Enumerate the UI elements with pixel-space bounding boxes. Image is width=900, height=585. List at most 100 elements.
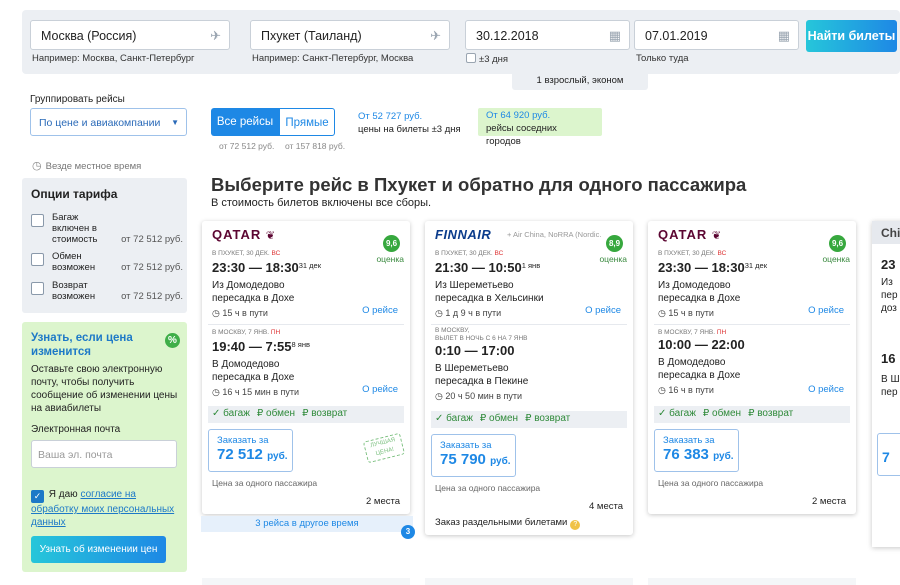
flight-card[interactable]: QATAR ❦ 9,6 оценка В Пхукет, 30 дек. ВС … <box>202 221 410 514</box>
currency: руб. <box>267 451 288 462</box>
tariff-option-price: от 72 512 руб. <box>121 262 183 273</box>
tariff-option-label: Обмен возможен <box>52 251 96 273</box>
tab-all-flights[interactable]: Все рейсы <box>211 108 279 136</box>
times-text: 10:00 — 22:00 <box>658 337 745 352</box>
extra-text: доз <box>881 303 897 314</box>
best-price-stamp: ЛУЧШАЯ ЦЕНА! <box>362 432 406 464</box>
checkbox[interactable] <box>31 253 44 266</box>
return-date-value: 07.01.2019 <box>645 29 708 43</box>
price-value: 72 512 <box>217 446 263 463</box>
checkbox[interactable] <box>31 282 44 295</box>
about-flight-link[interactable]: О рейсе <box>362 384 398 395</box>
segment-airport: Из Шереметьево пересадка в Хельсинки <box>435 279 625 305</box>
group-select[interactable]: По цене и авиакомпании ▼ <box>30 108 187 136</box>
more-flights-count: 3 <box>401 525 415 539</box>
oryx-icon: ❦ <box>711 230 723 242</box>
separate-tickets-note: Заказ раздельными билетами? <box>435 517 581 530</box>
tab-direct[interactable]: Прямые <box>279 108 335 136</box>
next-day-note: 31 дек <box>298 261 321 270</box>
segment-direction: В Москву, 7 янв. ПН <box>658 329 848 337</box>
return-date-input[interactable]: 07.01.2019 ▦ <box>634 20 799 50</box>
flight-card-partial[interactable]: Chi 23 Из пер доз 16 В Ш пер 7 <box>872 221 900 547</box>
origin-input[interactable]: Москва (Россия) ✈ <box>30 20 230 50</box>
airline-logo: QATAR ❦ <box>212 227 276 242</box>
nearby-cities-offer[interactable]: От 64 920 руб. рейсы соседних городов <box>478 108 602 147</box>
segment-direction: В Пхукет, 30 дек. ВС <box>435 250 625 258</box>
flex-dates-price: От 52 727 руб. <box>358 111 423 122</box>
airline-name: QATAR <box>212 227 262 242</box>
price-alert-button[interactable]: Узнать об изменении цен <box>31 536 166 563</box>
destination-input[interactable]: Пхукет (Таиланд) ✈ <box>250 20 450 50</box>
airline-logo: FINNAIR <box>435 227 492 242</box>
segment-times: 10:00 — 22:00 <box>658 337 848 353</box>
order-button[interactable]: Заказать за 75 790 руб. <box>431 434 516 477</box>
segment-direction: В Москву, 7 янв. ПН <box>212 329 402 337</box>
checkbox[interactable] <box>31 214 44 227</box>
local-time-text: Везде местное время <box>45 161 142 172</box>
segment-night-note: вылет в ночь с 6 на 7 янв <box>435 335 528 342</box>
transfer-text: пер <box>881 387 898 398</box>
order-button[interactable]: Заказать за 76 383 руб. <box>654 429 739 472</box>
consent-prefix: Я даю <box>48 489 78 500</box>
order-button[interactable]: 7 <box>877 433 900 476</box>
transfer-text: пер <box>881 290 898 301</box>
origin-hint: Например: Москва, Санкт-Петербург <box>32 53 195 64</box>
about-flight-link[interactable]: О рейсе <box>808 384 844 395</box>
segment-airport: Из Домодедово пересадка в Дохе <box>658 279 848 305</box>
about-flight-link[interactable]: О рейсе <box>808 305 844 316</box>
flex-dates-checkbox[interactable]: ±3 дня <box>466 53 508 65</box>
next-card-edge <box>425 578 633 585</box>
price: 72 512 руб. <box>217 446 292 463</box>
next-card-edge <box>648 578 856 585</box>
origin-value: Москва (Россия) <box>41 29 137 43</box>
clock-icon: ◷ <box>32 160 42 172</box>
currency: руб. <box>490 456 511 467</box>
exchange-perk: ₽ обмен <box>702 408 742 419</box>
depart-date-input[interactable]: 30.12.2018 ▦ <box>465 20 630 50</box>
order-label: Заказать за <box>217 435 269 446</box>
flex-dates-text: цены на билеты ±3 дня <box>358 124 461 135</box>
fare-perks: ✓ багаж ₽ обмен ₽ возврат <box>208 406 404 423</box>
order-button[interactable]: Заказать за 72 512 руб. <box>208 429 293 472</box>
checkmark-icon: ✓ <box>31 490 44 503</box>
transfer-text: пересадка в Дохе <box>212 293 295 304</box>
help-icon[interactable]: ? <box>570 520 581 530</box>
consent-checkbox[interactable]: ✓ Я даю согласие на обработку моих персо… <box>31 488 181 529</box>
clock-icon: ◷ <box>435 308 446 318</box>
segment-direction: В Пхукет, 30 дек. ВС <box>658 250 848 258</box>
flight-card[interactable]: QATAR ❦ 9,6 оценка В Пхукет, 30 дек. ВС … <box>648 221 856 514</box>
more-flights-link[interactable]: 3 рейса в другое время <box>201 516 413 532</box>
transfer-text: пересадка в Хельсинки <box>435 293 544 304</box>
email-input[interactable]: Ваша эл. почта <box>31 440 177 468</box>
airport-text: Из Домодедово <box>658 280 731 291</box>
one-way-link[interactable]: Только туда <box>636 53 689 64</box>
depart-date-value: 30.12.2018 <box>476 29 539 43</box>
duration-text: 16 ч 15 мин в пути <box>222 387 300 397</box>
passengers-selector[interactable]: 1 взрослый, эконом <box>512 74 648 90</box>
outbound-segment: В Пхукет, 30 дек. ВС 23:30 — 18:3031 дек… <box>658 250 848 318</box>
divider <box>208 324 404 325</box>
per-passenger-note: Цена за одного пассажира <box>435 483 541 493</box>
segment-weekday: ПН <box>716 329 727 336</box>
segment-times: 0:10 — 17:00 <box>435 343 625 359</box>
airport-text: Из Шереметьево <box>435 280 514 291</box>
tariff-option-price: от 72 512 руб. <box>121 234 183 245</box>
duration-text: 20 ч 50 мин в пути <box>445 391 523 401</box>
segment-date: В Пхукет, 30 дек. <box>658 250 716 257</box>
duration-text: 15 ч в пути <box>222 308 268 318</box>
segment-weekday: ВС <box>717 250 727 257</box>
about-flight-link[interactable]: О рейсе <box>362 305 398 316</box>
baggage-perk: ✓ багаж <box>658 408 696 419</box>
direct-flights-price: от 157 818 руб. <box>285 141 346 151</box>
find-tickets-button[interactable]: Найти билеты <box>806 20 897 52</box>
flight-card[interactable]: FINNAIR + Air China, NoRRA (Nordic... 8,… <box>425 221 633 535</box>
airport-text: Из <box>881 277 893 288</box>
flex-dates-offer[interactable]: От 52 727 руб. цены на билеты ±3 дня <box>358 110 461 136</box>
page-subtitle: В стоимость билетов включены все сборы. <box>211 197 432 209</box>
seats-left: 2 места <box>365 496 400 507</box>
segment-direction: В Пхукет, 30 дек. ВС <box>212 250 402 258</box>
next-day-note: 8 янв <box>291 340 310 349</box>
destination-value: Пхукет (Таиланд) <box>261 29 362 43</box>
destination-hint: Например: Санкт-Петербург, Москва <box>252 53 414 64</box>
about-flight-link[interactable]: О рейсе <box>585 305 621 316</box>
